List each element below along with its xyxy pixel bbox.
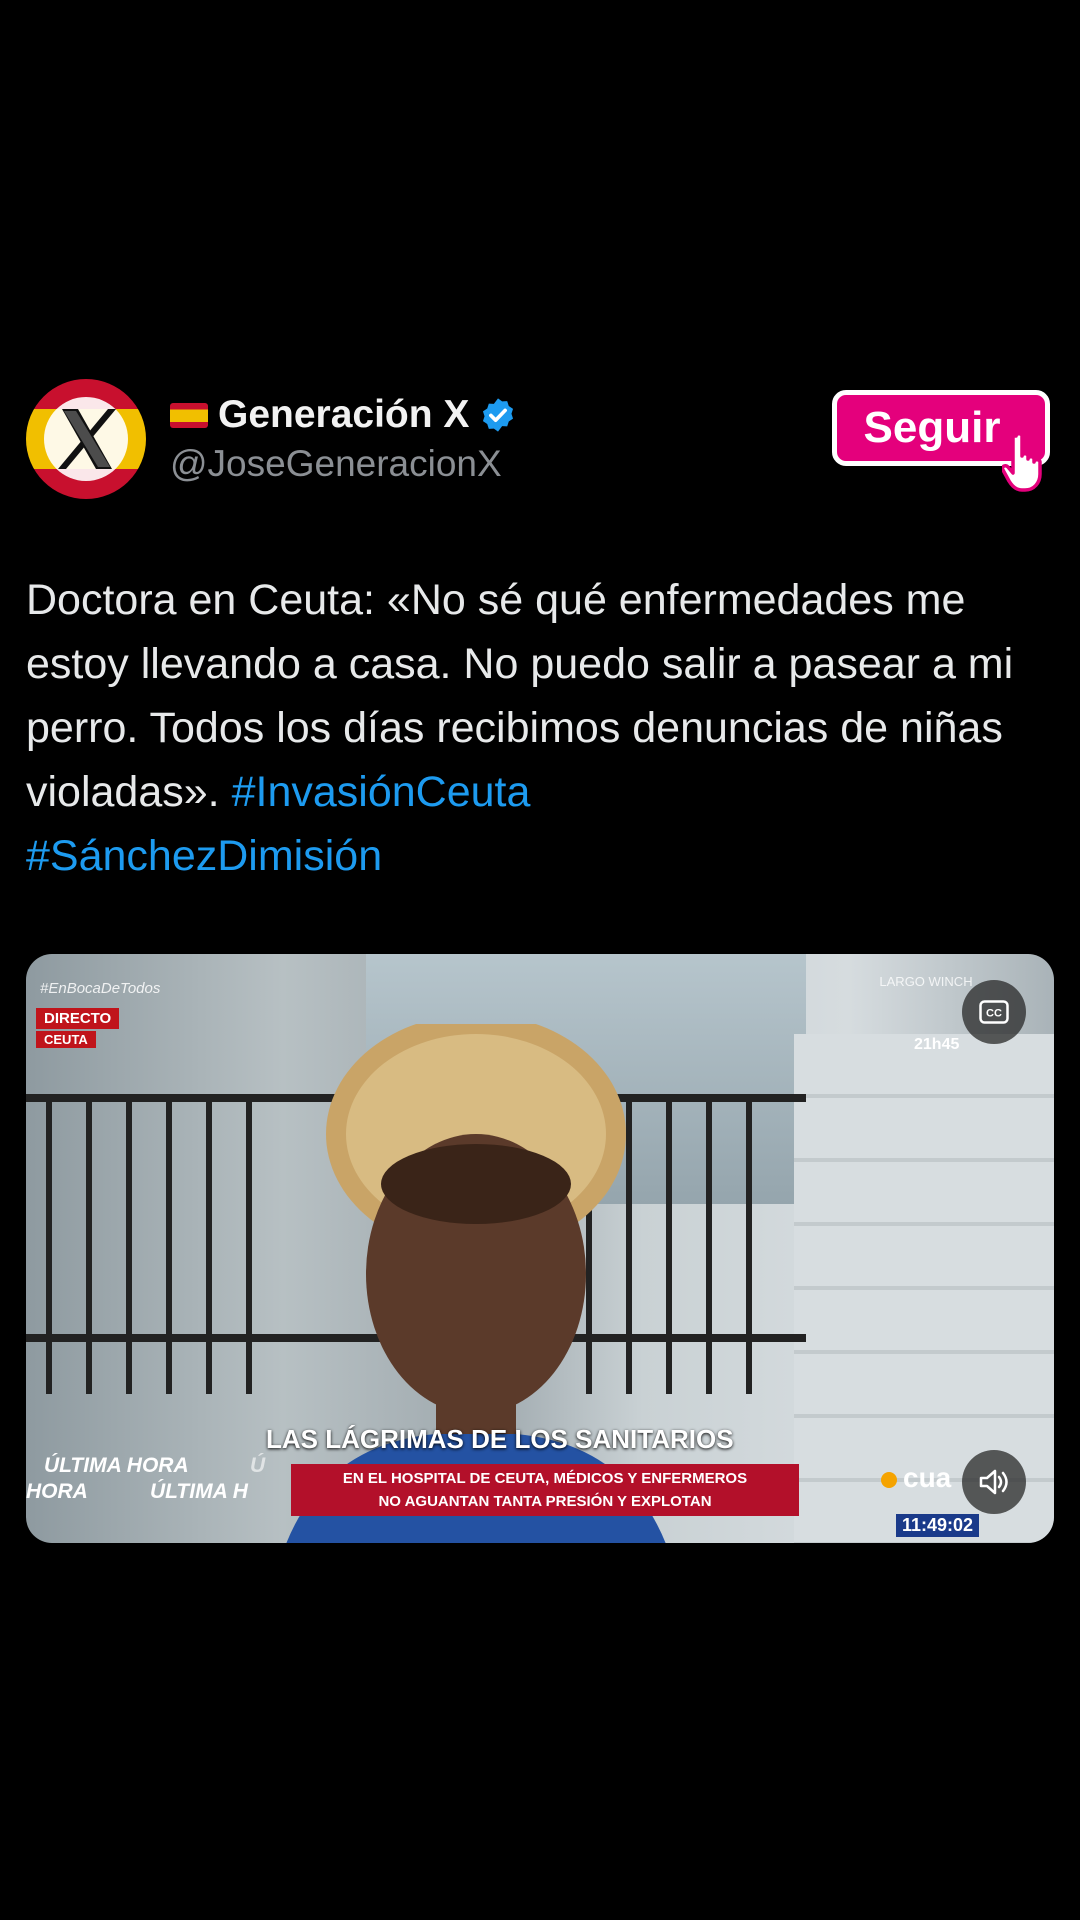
live-location: CEUTA — [36, 1031, 96, 1048]
ticker-text-4: Ú — [250, 1454, 266, 1477]
ticker-text-1: ÚLTIMA HORA — [44, 1454, 189, 1477]
author-display-name[interactable]: Generación X — [218, 393, 469, 437]
video-player[interactable]: #EnBocaDeTodos DIRECTO CEUTA LARGO WINCH… — [26, 954, 1054, 1543]
news-headline: LAS LÁGRIMAS DE LOS SANITARIOS — [266, 1424, 734, 1454]
live-indicator: DIRECTO CEUTA — [36, 1008, 120, 1048]
volume-icon — [979, 1469, 1008, 1495]
ticker-text-3: ÚLTIMA H — [150, 1480, 248, 1503]
volume-button[interactable] — [962, 1450, 1026, 1514]
spain-flag-icon — [170, 402, 208, 428]
hand-pointer-icon — [1002, 432, 1042, 492]
broadcast-clock: 11:49:02 — [896, 1514, 980, 1537]
author-name-row[interactable]: Generación X — [170, 390, 517, 440]
hashtag-sanchezdimision[interactable]: #SánchezDimisión — [26, 832, 382, 880]
news-lower-third: ÚLTIMA HORA Ú HORA ÚLTIMA H LAS LÁGRIMAS… — [26, 1424, 1054, 1543]
ticker-text-2: HORA — [26, 1480, 88, 1503]
channel-rating-badge — [881, 1471, 897, 1488]
breaking-ticker: ÚLTIMA HORA Ú HORA ÚLTIMA H — [26, 1454, 291, 1543]
news-subheadline: EN EL HOSPITAL DE CEUTA, MÉDICOS Y ENFER… — [291, 1464, 799, 1516]
live-label: DIRECTO — [36, 1008, 120, 1029]
promo-text: LARGO WINCH — [879, 974, 973, 989]
channel-logo: cua — [881, 1462, 951, 1494]
svg-text:CC: CC — [986, 1008, 1002, 1020]
captions-button[interactable]: CC — [962, 980, 1026, 1044]
promo-time: 21h45 — [914, 1036, 960, 1053]
tweet-text: Doctora en Ceuta: «No sé qué enfermedade… — [26, 568, 1056, 888]
video-watermark: #EnBocaDeTodos — [40, 980, 161, 997]
x-logo-icon — [44, 397, 128, 481]
follow-control[interactable]: Seguir — [832, 390, 1052, 494]
verified-badge-icon — [483, 398, 514, 432]
author-handle[interactable]: @JoseGeneracionX — [170, 443, 502, 485]
channel-name: cua — [903, 1462, 952, 1493]
news-subheadline-line-1: EN EL HOSPITAL DE CEUTA, MÉDICOS Y ENFER… — [342, 1470, 748, 1487]
hashtag-invasionceuta[interactable]: #InvasiónCeuta — [232, 768, 531, 816]
closed-captions-icon: CC — [979, 1000, 1009, 1024]
author-avatar[interactable] — [26, 379, 146, 499]
news-subheadline-line-2: NO AGUANTAN TANTA PRESIÓN Y EXPLOTAN — [378, 1493, 712, 1510]
